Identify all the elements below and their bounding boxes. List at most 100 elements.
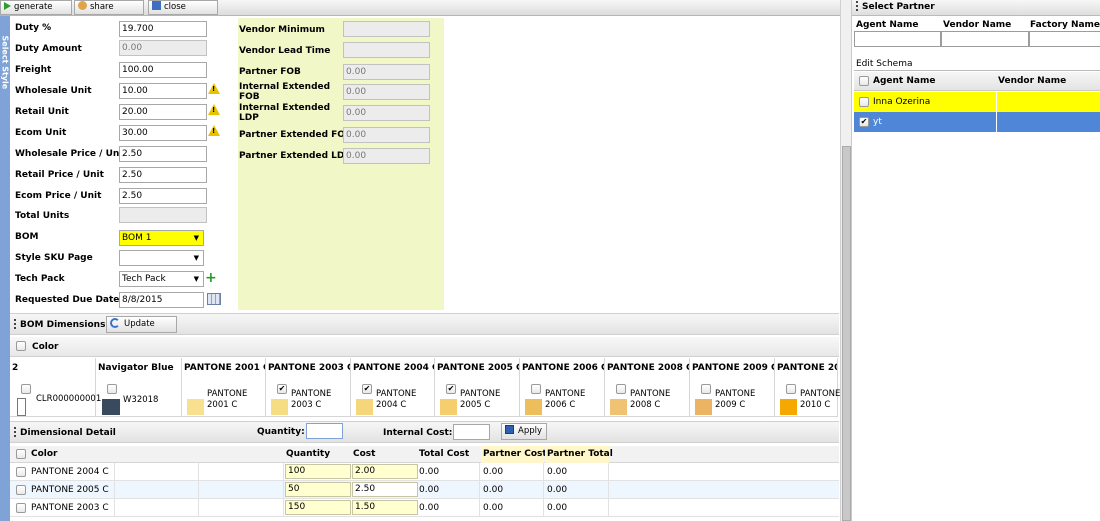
- color-column-cell: PANTONE 2006 C: [520, 379, 605, 417]
- agent-name-filter-input[interactable]: [854, 31, 941, 47]
- color-column-cell: PANTONE 2010 C: [775, 379, 840, 417]
- detail-cost-input[interactable]: 2.50: [352, 482, 418, 497]
- style-sku-page-select[interactable]: ▼: [119, 250, 204, 266]
- detail-row-checkbox[interactable]: [16, 467, 26, 477]
- partner-row-checkbox[interactable]: [859, 97, 869, 107]
- partner-extended-fob-input: 0.00: [343, 127, 430, 143]
- warning-icon: !: [208, 125, 220, 136]
- toolbar: generate share close: [0, 0, 842, 16]
- color-column-header: Navigator Blue: [96, 358, 182, 379]
- close-button[interactable]: close: [148, 0, 218, 15]
- vendor-minimum-label: Vendor Minimum: [239, 25, 325, 35]
- refresh-icon: [110, 318, 120, 328]
- bom-label: BOM: [15, 232, 39, 242]
- duty-pct-input[interactable]: 19.700: [119, 21, 207, 37]
- select-partner-panel: Select Partner Agent Name Vendor Name Fa…: [851, 0, 1100, 521]
- detail-row[interactable]: PANTONE 2004 C 100 2.00 0.00 0.00 0.00: [10, 463, 839, 481]
- color-swatch: [695, 399, 712, 415]
- tech-pack-select[interactable]: Tech Pack ▼: [119, 271, 204, 287]
- color-select-checkbox[interactable]: [107, 384, 117, 394]
- detail-quantity-input[interactable]: 100: [285, 464, 351, 479]
- dimensional-detail-bar: Dimensional Detail Quantity: Internal Co…: [10, 421, 839, 443]
- color-select-checkbox[interactable]: ✔: [446, 384, 456, 394]
- retail-price-input[interactable]: 2.50: [119, 167, 207, 183]
- apply-button[interactable]: Apply: [501, 423, 547, 440]
- ecom-price-input[interactable]: 2.50: [119, 188, 207, 204]
- quantity-input[interactable]: [306, 423, 343, 439]
- wholesale-price-input[interactable]: 2.50: [119, 146, 207, 162]
- select-all-detail-checkbox[interactable]: [16, 449, 26, 459]
- color-swatch: [610, 399, 627, 415]
- partner-row-checkbox[interactable]: ✔: [859, 117, 869, 127]
- style-sku-page-label: Style SKU Page: [15, 253, 93, 263]
- update-button[interactable]: Update: [106, 316, 177, 333]
- detail-cost-input[interactable]: 2.00: [352, 464, 418, 479]
- detail-row[interactable]: PANTONE 2005 C 50 2.50 0.00 0.00 0.00: [10, 481, 839, 499]
- partner-row[interactable]: Inna Ozerina: [854, 92, 1100, 112]
- vendor-lead-time-input: [343, 42, 430, 58]
- color-column-cell: ✔ PANTONE 2004 C: [351, 379, 435, 417]
- warning-icon: !: [208, 104, 220, 115]
- grid-col-vendor: Vendor Name: [998, 76, 1067, 86]
- detail-color: PANTONE 2005 C: [28, 481, 115, 499]
- freight-label: Freight: [15, 65, 52, 75]
- detail-col-color: Color: [31, 449, 58, 459]
- generate-button[interactable]: generate: [0, 0, 72, 15]
- detail-partner-cost: 0.00: [480, 481, 544, 499]
- ecom-unit-label: Ecom Unit: [15, 128, 67, 138]
- detail-row-checkbox[interactable]: [16, 485, 26, 495]
- detail-partner-cost: 0.00: [480, 463, 544, 481]
- color-name: W32018: [123, 395, 159, 405]
- filter-col-vendor: Vendor Name: [943, 20, 1012, 30]
- color-select-checkbox[interactable]: [786, 384, 796, 394]
- internal-extended-ldp-label: Internal Extended LDP: [239, 103, 331, 123]
- select-all-colors-checkbox[interactable]: [16, 341, 26, 351]
- edit-schema-link[interactable]: Edit Schema: [854, 58, 1100, 71]
- detail-row[interactable]: PANTONE 2003 C 150 1.50 0.00 0.00 0.00: [10, 499, 839, 517]
- requested-due-date-input[interactable]: 8/8/2015: [119, 292, 204, 308]
- retail-unit-input[interactable]: 20.00: [119, 104, 207, 120]
- main-scrollbar[interactable]: [840, 0, 851, 521]
- factory-name-filter-input[interactable]: [1029, 31, 1100, 47]
- detail-cost-input[interactable]: 1.50: [352, 500, 418, 515]
- color-select-checkbox[interactable]: [616, 384, 626, 394]
- detail-spacer-cell: [199, 499, 284, 517]
- scrollbar-thumb[interactable]: [842, 146, 851, 521]
- bom-select[interactable]: BOM 1 ▼: [119, 230, 204, 246]
- color-select-checkbox[interactable]: ✔: [277, 384, 287, 394]
- partner-row[interactable]: ✔ yt: [854, 112, 1100, 132]
- color-select-checkbox[interactable]: [701, 384, 711, 394]
- detail-col-quantity: Quantity: [286, 449, 331, 459]
- dimensional-detail-title: Dimensional Detail: [14, 427, 116, 438]
- duty-amount-input: 0.00: [119, 40, 207, 56]
- share-button[interactable]: share: [74, 0, 144, 15]
- detail-partner-total: 0.00: [544, 463, 609, 481]
- grip-icon: [14, 319, 16, 329]
- internal-extended-ldp-input: 0.00: [343, 105, 430, 121]
- color-select-checkbox[interactable]: ✔: [362, 384, 372, 394]
- color-column-cell: W32018: [96, 379, 182, 417]
- calendar-icon[interactable]: [207, 293, 221, 305]
- add-icon[interactable]: +: [205, 271, 217, 285]
- ecom-unit-input[interactable]: 30.00: [119, 125, 207, 141]
- internal-cost-input[interactable]: [453, 424, 490, 440]
- detail-total-cost: 0.00: [416, 481, 480, 499]
- detail-row-checkbox[interactable]: [16, 503, 26, 513]
- color-select-checkbox[interactable]: [531, 384, 541, 394]
- dropdown-arrow-icon: ▼: [193, 234, 199, 242]
- color-column-header: PANTONE 2005 C: [435, 358, 520, 379]
- color-name: PANTONE 2005 C: [460, 389, 501, 410]
- select-all-partners-checkbox[interactable]: [859, 76, 869, 86]
- color-swatch: [440, 399, 457, 415]
- freight-input[interactable]: 100.00: [119, 62, 207, 78]
- vendor-name-filter-input[interactable]: [941, 31, 1029, 47]
- internal-extended-fob-label: Internal Extended FOB: [239, 82, 331, 102]
- wholesale-unit-input[interactable]: 10.00: [119, 83, 207, 99]
- wholesale-unit-label: Wholesale Unit: [15, 86, 92, 96]
- color-select-checkbox[interactable]: [21, 384, 31, 394]
- partner-agent-name: yt: [873, 117, 882, 127]
- dropdown-arrow-icon: ▼: [193, 275, 199, 283]
- detail-quantity-input[interactable]: 50: [285, 482, 351, 497]
- select-style-sidetab[interactable]: Select Style: [0, 16, 10, 521]
- detail-quantity-input[interactable]: 150: [285, 500, 351, 515]
